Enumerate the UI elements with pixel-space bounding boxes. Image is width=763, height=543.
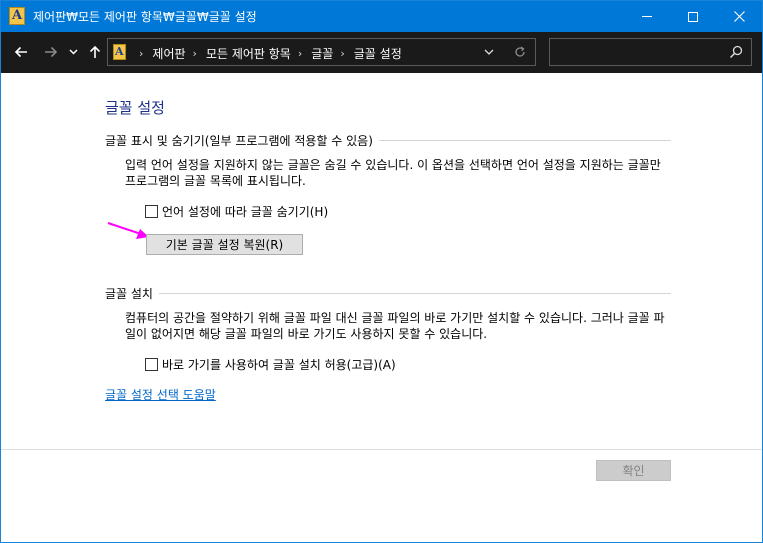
address-bar[interactable]: A › 제어판 › 모든 제어판 항목 › 글꼴 › 글꼴 설정 [107,38,536,66]
maximize-button[interactable] [670,1,716,32]
main-content: 글꼴 설정 글꼴 표시 및 숨기기(일부 프로그램에 적용할 수 있음) 입력 … [1,73,762,449]
chevron-right-icon: › [139,47,144,60]
font-folder-icon: A [9,7,25,25]
breadcrumb-item-all-items[interactable]: 모든 제어판 항목 [206,45,291,62]
search-input[interactable] [549,38,752,66]
footer: 확인 [1,450,762,542]
breadcrumb-item-font-settings[interactable]: 글꼴 설정 [354,45,402,62]
minimize-icon [642,16,652,17]
window-title: 제어판₩모든 제어판 항목₩글꼴₩글꼴 설정 [33,10,257,24]
chevron-right-icon[interactable]: › [193,47,197,60]
back-arrow-icon [14,46,27,58]
breadcrumb-item-control-panel[interactable]: 제어판 [152,45,185,62]
search-icon [729,45,743,59]
breadcrumb: › 제어판 › 모든 제어판 항목 › 글꼴 › 글꼴 설정 [132,45,402,62]
up-arrow-icon [89,45,101,58]
annotation-arrow-icon [107,222,149,239]
refresh-icon [515,46,525,57]
forward-arrow-icon [45,46,58,58]
section-heading-label: 글꼴 설치 [105,286,153,301]
close-icon [733,11,745,22]
close-button[interactable] [716,1,762,32]
back-button[interactable] [10,41,32,63]
minimize-button[interactable] [624,1,670,32]
maximize-icon [688,11,698,22]
up-button[interactable] [84,41,106,63]
shortcut-install-checkbox-label[interactable]: 바로 가기를 사용하여 글꼴 설치 허용(고급)(A) [162,356,396,373]
hide-fonts-checkbox-row[interactable]: 언어 설정에 따라 글꼴 숨기기(H) [145,203,328,220]
restore-default-font-settings-button[interactable]: 기본 글꼴 설정 복원(R) [146,234,303,255]
font-settings-help-link[interactable]: 글꼴 설정 선택 도움말 [105,386,216,403]
divider [378,139,671,141]
font-folder-icon: A [113,44,126,60]
chevron-right-icon[interactable]: › [298,47,302,60]
chevron-down-icon [68,49,78,55]
refresh-button[interactable] [512,43,528,61]
page-title: 글꼴 설정 [105,99,165,117]
forward-button[interactable] [40,41,62,63]
title-bar[interactable]: A 제어판₩모든 제어판 항목₩글꼴₩글꼴 설정 [1,1,762,32]
chevron-down-icon [484,49,494,55]
control-panel-window: A 제어판₩모든 제어판 항목₩글꼴₩글꼴 설정 A › 제어판 › 모든 제어… [0,0,763,543]
section-description: 컴퓨터의 공간을 절약하기 위해 글꼴 파일 대신 글꼴 파일의 바로 가기만 … [125,311,665,341]
breadcrumb-item-fonts[interactable]: 글꼴 [311,45,333,62]
section-description: 입력 언어 설정을 지원하지 않는 글꼴은 숨길 수 있습니다. 이 옵션을 선… [125,158,661,188]
section-heading-show-hide: 글꼴 표시 및 숨기기(일부 프로그램에 적용할 수 있음) [105,132,671,148]
divider [158,292,671,294]
ok-button[interactable]: 확인 [596,460,671,481]
section-heading-install: 글꼴 설치 [105,285,671,301]
shortcut-install-checkbox[interactable] [145,358,158,371]
address-dropdown-button[interactable] [482,44,496,60]
hide-fonts-checkbox-label[interactable]: 언어 설정에 따라 글꼴 숨기기(H) [162,203,328,220]
recent-locations-button[interactable] [66,41,80,63]
chevron-right-icon[interactable]: › [340,47,344,60]
section-heading-label: 글꼴 표시 및 숨기기(일부 프로그램에 적용할 수 있음) [105,133,373,148]
shortcut-install-checkbox-row[interactable]: 바로 가기를 사용하여 글꼴 설치 허용(고급)(A) [145,356,396,373]
hide-fonts-checkbox[interactable] [145,205,158,218]
navigation-bar: A › 제어판 › 모든 제어판 항목 › 글꼴 › 글꼴 설정 [1,32,762,73]
